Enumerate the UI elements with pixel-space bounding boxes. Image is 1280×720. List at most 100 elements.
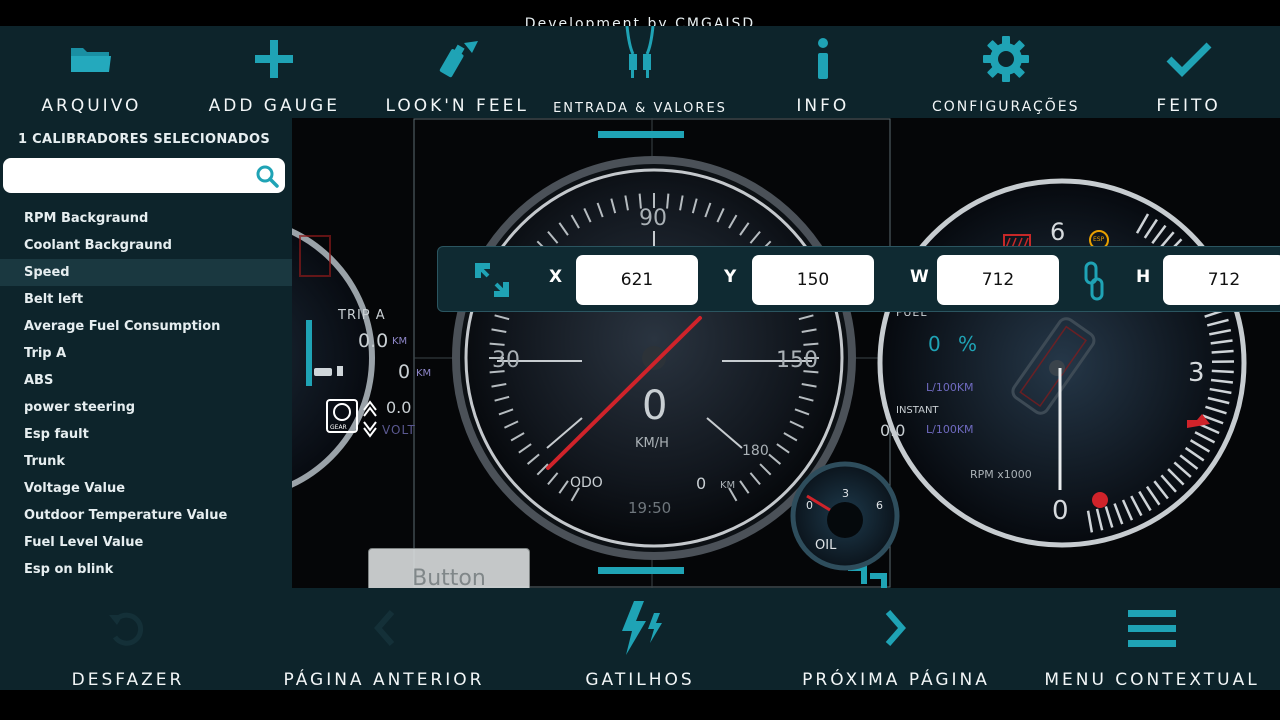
gatilhos-label: GATILHOS [585, 670, 695, 690]
desfazer-label: DESFAZER [71, 670, 185, 690]
arquivo-button[interactable]: ARQUIVO [0, 26, 183, 118]
w-label: W [910, 267, 929, 287]
speedo-tick-90: 90 [639, 206, 667, 231]
gear-icon [981, 36, 1031, 82]
fuel-unit: % [958, 332, 978, 356]
spray-paint-icon [432, 36, 482, 82]
list-item-outdoor-temperature[interactable]: Outdoor Temperature Value [0, 502, 292, 529]
odo-value: 0 [696, 474, 707, 493]
h-label: H [1136, 267, 1151, 287]
list-item-rpm-background[interactable]: RPM Backgraund [0, 205, 292, 232]
list-item-belt-left[interactable]: Belt left [0, 286, 292, 313]
entrada-valores-label: ENTRADA & VALORES [553, 101, 727, 116]
volt-value: 0.0 [386, 398, 412, 417]
configuracoes-label: CONFIGURAÇÕES [931, 99, 1080, 115]
tick-mark [803, 342, 819, 346]
clock-display: 19:50 [628, 499, 672, 517]
h-input[interactable] [1163, 255, 1280, 305]
plus-icon [249, 36, 299, 82]
oil-label: OIL [815, 538, 837, 553]
bottom-toolbar: DESFAZER PÁGINA ANTERIOR GATILHOS PRÓXIM… [0, 588, 1280, 690]
selected-count-title: 1 CALIBRADORES SELECIONADOS [18, 132, 270, 147]
speedo-tick-180: 180 [742, 443, 769, 459]
resize-handle-top[interactable] [598, 131, 684, 138]
instant-label: INSTANT [896, 405, 939, 416]
list-item-esp-on-blink[interactable]: Esp on blink [0, 556, 292, 583]
gauge-list: RPM Backgraund Coolant Backgraund Speed … [0, 205, 292, 583]
rpm-tick-6: 6 [1050, 218, 1066, 246]
look-n-feel-label: LOOK'N FEEL [385, 96, 529, 116]
undo-icon [100, 602, 156, 654]
checkmark-icon [1164, 36, 1214, 82]
list-item-esp-fault[interactable]: Esp fault [0, 421, 292, 448]
list-item-speed[interactable]: Speed [0, 259, 292, 286]
folder-icon [66, 36, 116, 82]
gear-label: GEAR [330, 424, 347, 431]
oil-tick-0: 0 [806, 499, 813, 512]
seatbelt-warning-icon [1092, 492, 1108, 508]
speed-value: 0 [642, 383, 668, 429]
volt-unit: VOLT [382, 423, 416, 437]
list-item-coolant-background[interactable]: Coolant Backgraund [0, 232, 292, 259]
instant-value: 0.0 [880, 421, 906, 440]
left-level-bar [306, 320, 312, 386]
speedo-tick-30: 30 [492, 348, 520, 373]
cable-plug-icon [615, 26, 665, 82]
resize-arrows-icon[interactable] [474, 262, 514, 298]
x-label: X [549, 267, 563, 287]
pagina-anterior-button[interactable]: PÁGINA ANTERIOR [256, 588, 512, 690]
oil-pressure-gauge[interactable] [790, 461, 900, 571]
configuracoes-button[interactable]: CONFIGURAÇÕES [914, 26, 1097, 118]
list-item-abs[interactable]: ABS [0, 367, 292, 394]
chevron-right-icon [868, 602, 924, 654]
list-item-average-fuel[interactable]: Average Fuel Consumption [0, 313, 292, 340]
feito-button[interactable]: FEITO [1097, 26, 1280, 118]
tick-mark [1211, 369, 1234, 374]
chevron-left-icon [356, 602, 412, 654]
rpm-scale-label: RPM x1000 [970, 468, 1032, 481]
rpm-tick-3: 3 [1188, 358, 1205, 388]
list-item-trunk[interactable]: Trunk [0, 448, 292, 475]
search-box [3, 158, 285, 193]
look-n-feel-button[interactable]: LOOK'N FEEL [366, 26, 549, 118]
list-item-voltage-value[interactable]: Voltage Value [0, 475, 292, 502]
gatilhos-button[interactable]: GATILHOS [512, 588, 768, 690]
search-input[interactable] [13, 158, 257, 193]
x-input[interactable] [576, 255, 698, 305]
lightning-icon [612, 601, 668, 655]
entrada-valores-button[interactable]: ENTRADA & VALORES [549, 26, 732, 118]
aspect-lock-link-icon[interactable] [1083, 261, 1105, 301]
list-item-trip-a[interactable]: Trip A [0, 340, 292, 367]
desfazer-button[interactable]: DESFAZER [0, 588, 256, 690]
range-unit: KM [416, 368, 432, 379]
info-button[interactable]: INFO [731, 26, 914, 118]
speedo-tick-150: 150 [776, 348, 818, 373]
arquivo-label: ARQUIVO [41, 96, 142, 116]
y-label: Y [724, 267, 737, 287]
menu-contextual-button[interactable]: MENU CONTEXTUAL [1024, 588, 1280, 690]
hamburger-menu-icon [1124, 602, 1180, 654]
tick-mark [666, 193, 670, 209]
range-value: 0 [398, 361, 411, 383]
top-toolbar: ARQUIVO ADD GAUGE LOOK'N FEEL ENTRADA & … [0, 26, 1280, 118]
add-gauge-button[interactable]: ADD GAUGE [183, 26, 366, 118]
instant-unit: L/100KM [926, 423, 974, 436]
list-item-fuel-level[interactable]: Fuel Level Value [0, 529, 292, 556]
resize-handle-corner[interactable] [848, 565, 887, 588]
proxima-pagina-button[interactable]: PRÓXIMA PÁGINA [768, 588, 1024, 690]
search-icon[interactable] [255, 164, 279, 188]
add-gauge-label: ADD GAUGE [208, 96, 340, 116]
y-input[interactable] [752, 255, 874, 305]
tick-mark [1211, 349, 1234, 354]
proxima-pagina-label: PRÓXIMA PÁGINA [802, 670, 990, 690]
resize-handle-bottom[interactable] [598, 567, 684, 574]
dashboard-canvas[interactable]: TRIP A 0.0 KM 0 KM GEAR 0.0 VOLT 90 30 1… [292, 118, 1280, 588]
w-input[interactable] [937, 255, 1059, 305]
gear-up-down-arrows-icon [363, 400, 377, 438]
odo-unit: KM [720, 480, 736, 491]
list-item-power-steering[interactable]: power steering [0, 394, 292, 421]
avg-consumption-unit: L/100KM [926, 381, 974, 394]
trip-a-value: 0.0 [358, 330, 389, 352]
oil-tick-6: 6 [876, 499, 883, 512]
trip-a-label: TRIP A [338, 308, 386, 323]
